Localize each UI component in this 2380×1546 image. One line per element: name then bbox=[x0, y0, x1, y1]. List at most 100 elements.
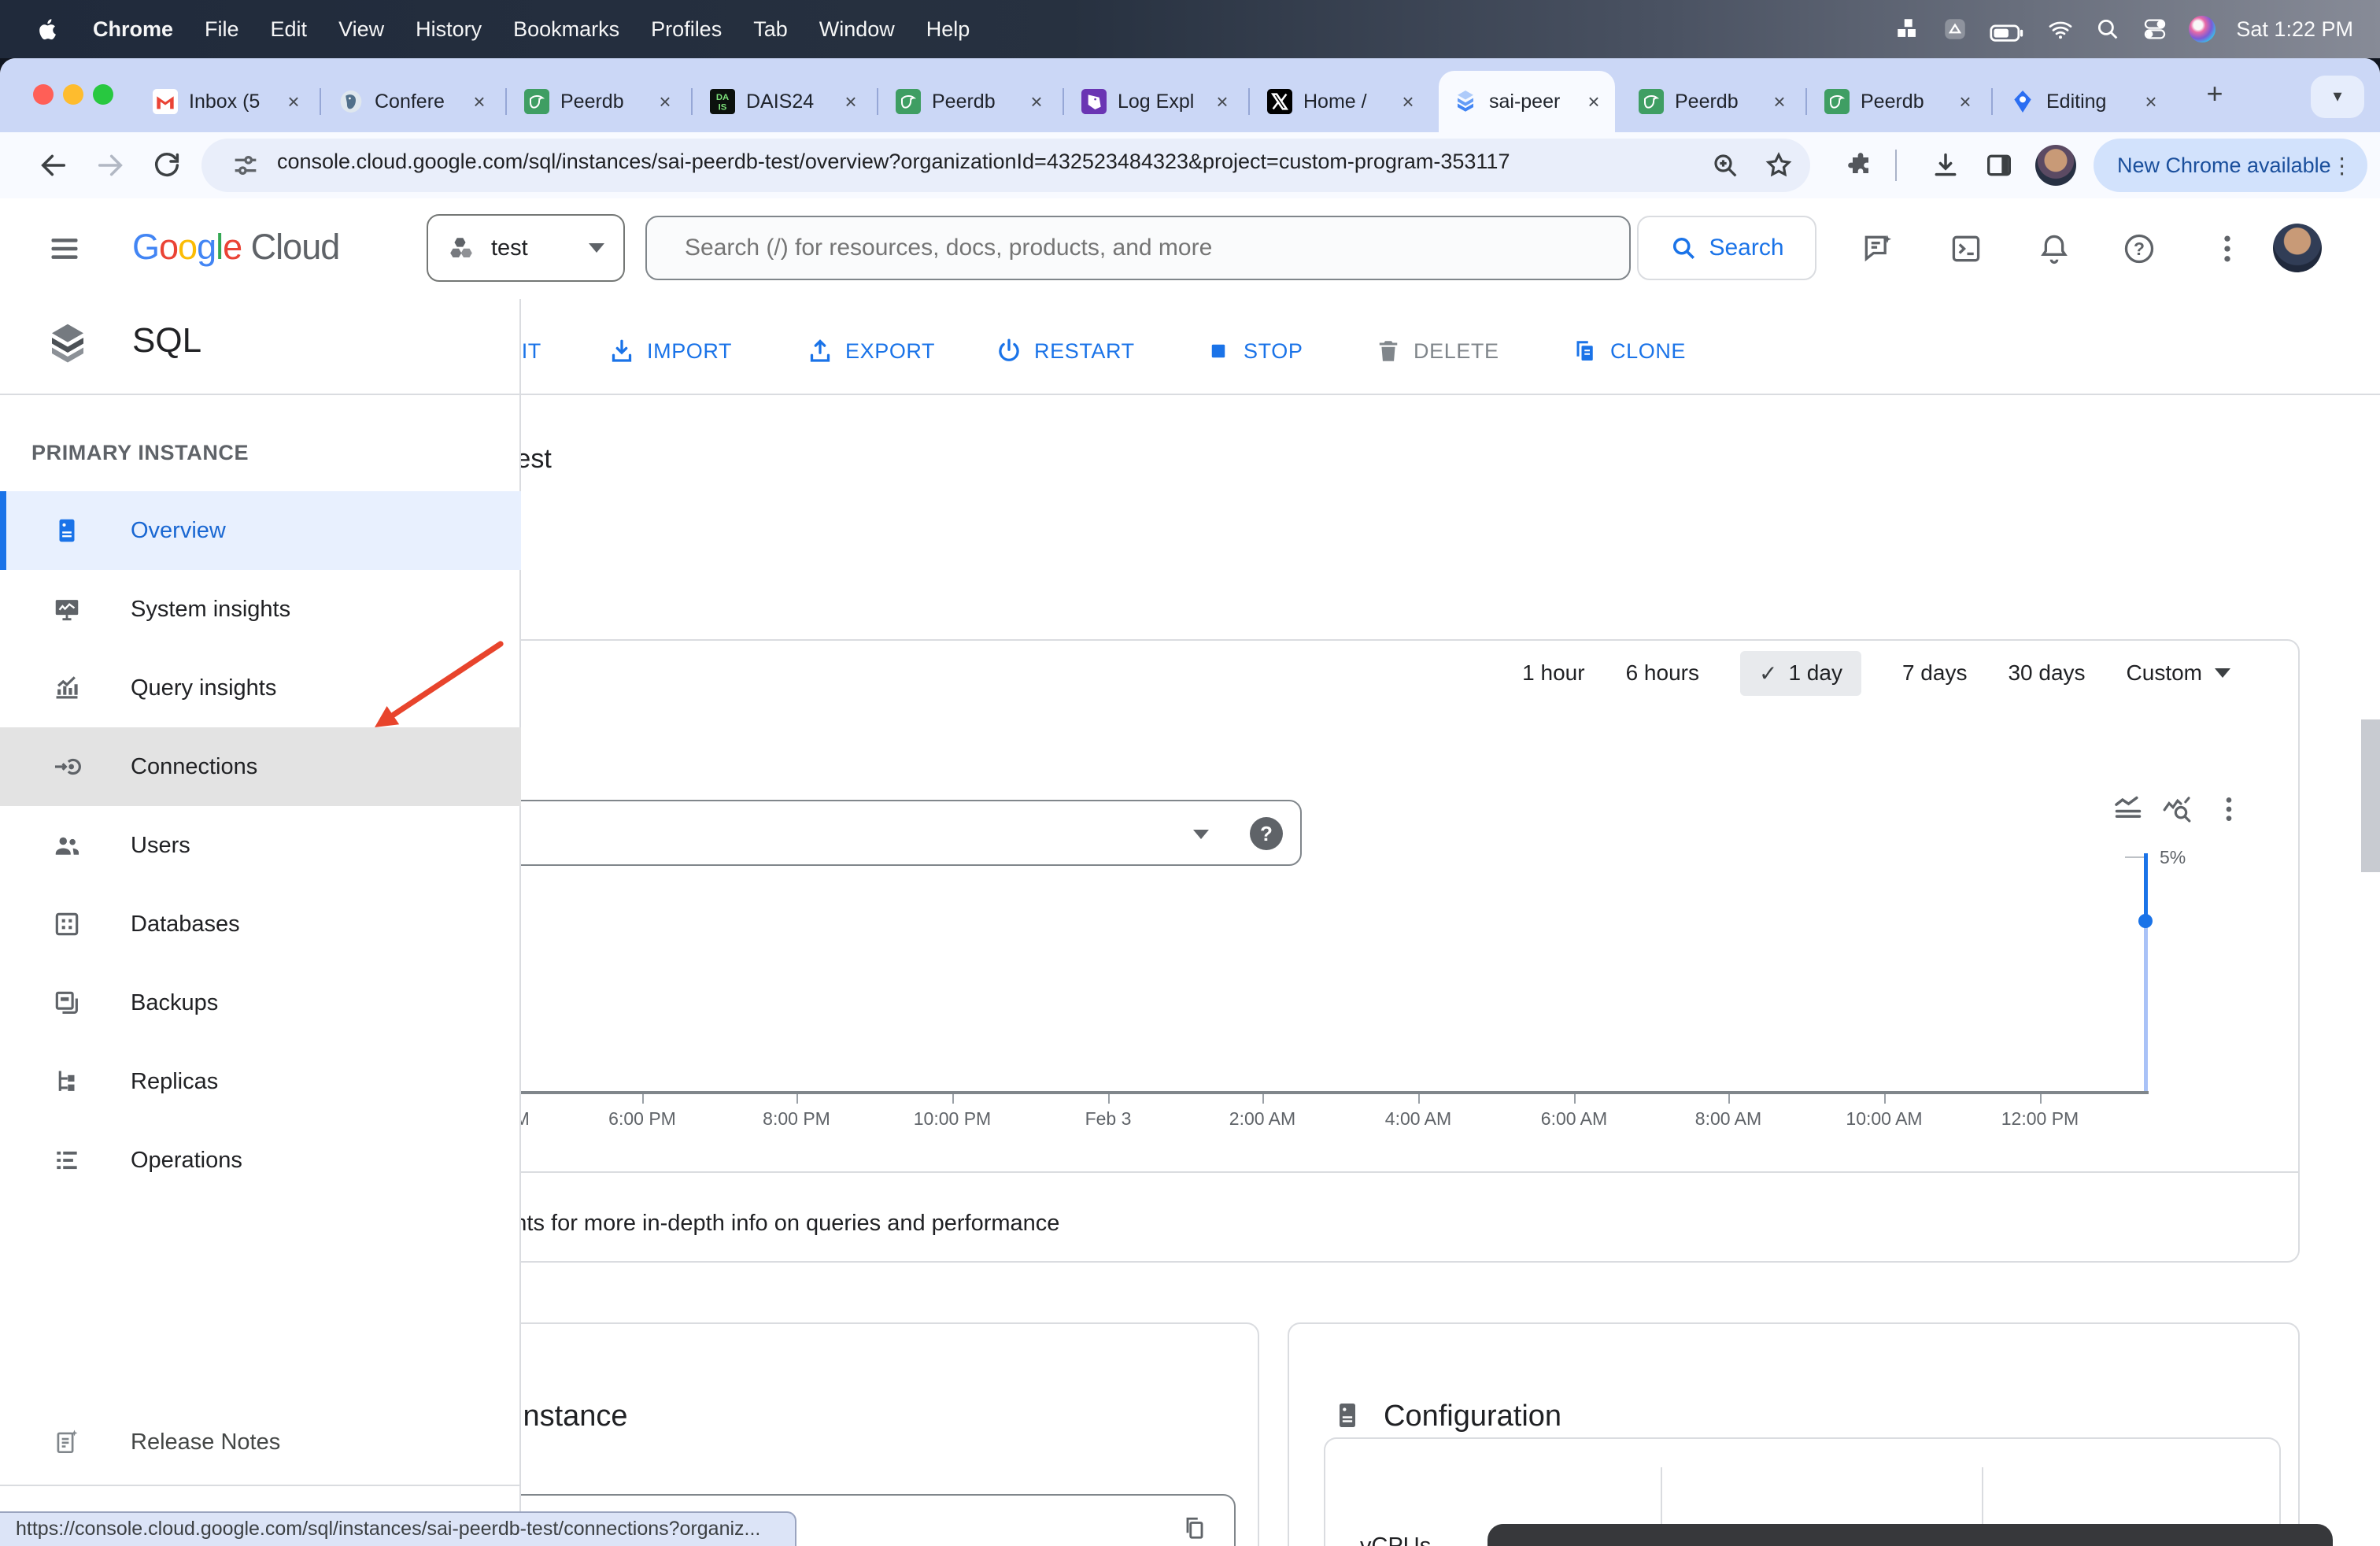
time-range-6-hours[interactable]: 6 hours bbox=[1626, 660, 1699, 686]
tab-editing[interactable]: Editing × bbox=[1996, 71, 2172, 132]
chart-more-dots-icon[interactable] bbox=[2213, 793, 2245, 825]
gemini-assist-icon[interactable] bbox=[1861, 231, 1895, 266]
tab-close-icon[interactable]: × bbox=[468, 90, 491, 114]
stop-button[interactable]: STOP bbox=[1204, 337, 1303, 365]
menubar-clock[interactable]: Sat 1:22 PM bbox=[2236, 17, 2353, 42]
menubar-item-profiles[interactable]: Profiles bbox=[651, 17, 722, 42]
tab-close-icon[interactable]: × bbox=[1396, 90, 1420, 114]
sidebar-item-system-insights[interactable]: System insights bbox=[0, 570, 521, 649]
bookmark-star-icon[interactable] bbox=[1763, 150, 1794, 181]
browser-menu-dots-icon[interactable]: ⋮ bbox=[2331, 153, 2369, 179]
console-search-field[interactable] bbox=[645, 216, 1631, 280]
metric-dropdown[interactable]: ? bbox=[472, 800, 1302, 866]
console-search-input[interactable] bbox=[682, 233, 1569, 263]
window-close-button[interactable] bbox=[33, 84, 54, 105]
help-icon[interactable]: ? bbox=[2122, 231, 2156, 266]
time-range-7-days[interactable]: 7 days bbox=[1902, 660, 1968, 686]
apple-icon[interactable] bbox=[35, 16, 61, 43]
console-search-button[interactable]: Search bbox=[1637, 216, 1816, 280]
zoom-page-icon[interactable] bbox=[1709, 150, 1741, 181]
sidebar-item-operations[interactable]: Operations bbox=[0, 1121, 521, 1200]
account-avatar[interactable] bbox=[2273, 224, 2322, 272]
menubar-item-view[interactable]: View bbox=[338, 17, 384, 42]
time-range-custom[interactable]: Custom bbox=[2127, 660, 2230, 686]
delete-button[interactable]: DELETE bbox=[1374, 337, 1499, 365]
new-tab-button[interactable]: + bbox=[2197, 77, 2232, 112]
wifi-icon[interactable] bbox=[2047, 16, 2074, 43]
site-settings-icon[interactable] bbox=[230, 150, 261, 181]
sidebar-item-users[interactable]: Users bbox=[0, 806, 521, 885]
tab-close-icon[interactable]: × bbox=[1210, 90, 1234, 114]
battery-icon[interactable] bbox=[1989, 16, 2027, 43]
tab-peerdb-2[interactable]: Peerdb × bbox=[881, 71, 1058, 132]
time-range-30-days[interactable]: 30 days bbox=[2008, 660, 2085, 686]
google-cloud-logo[interactable]: Google Cloud bbox=[132, 227, 339, 268]
side-panel-icon[interactable] bbox=[1983, 150, 2015, 181]
hamburger-menu-icon[interactable] bbox=[47, 231, 82, 266]
chrome-update-button[interactable]: New Chrome available ⋮ bbox=[2094, 139, 2367, 192]
url-input[interactable] bbox=[274, 148, 1665, 176]
sidebar-item-release-notes[interactable]: Release Notes bbox=[0, 1404, 521, 1480]
screen-record-indicator-icon[interactable] bbox=[1942, 16, 1968, 43]
metric-help-icon[interactable]: ? bbox=[1250, 817, 1283, 850]
tab-close-icon[interactable]: × bbox=[2139, 90, 2163, 114]
extensions-puzzle-icon[interactable] bbox=[1845, 150, 1876, 181]
sidebar-item-databases[interactable]: Databases bbox=[0, 885, 521, 963]
tab-close-icon[interactable]: × bbox=[1953, 90, 1977, 114]
copy-icon[interactable] bbox=[1181, 1515, 1209, 1543]
sidebar-item-backups[interactable]: Backups bbox=[0, 963, 521, 1042]
tab-log-explorer[interactable]: Log Expl × bbox=[1067, 71, 1244, 132]
tab-close-icon[interactable]: × bbox=[1768, 90, 1791, 114]
window-minimize-button[interactable] bbox=[63, 84, 83, 105]
tab-conference[interactable]: Confere × bbox=[324, 71, 501, 132]
more-vertical-dots-icon[interactable] bbox=[2210, 231, 2245, 266]
tab-peerdb-1[interactable]: Peerdb × bbox=[510, 71, 686, 132]
restart-button[interactable]: RESTART bbox=[995, 337, 1135, 365]
app-blocks-icon[interactable] bbox=[1894, 16, 1921, 43]
tab-peerdb-3[interactable]: Peerdb × bbox=[1624, 71, 1801, 132]
export-button[interactable]: EXPORT bbox=[806, 337, 935, 365]
sidebar-item-replicas[interactable]: Replicas bbox=[0, 1042, 521, 1121]
menubar-item-history[interactable]: History bbox=[416, 17, 482, 42]
menubar-item-window[interactable]: Window bbox=[819, 17, 895, 42]
tab-close-icon[interactable]: × bbox=[1025, 90, 1048, 114]
tab-close-icon[interactable]: × bbox=[1582, 90, 1606, 114]
siri-icon[interactable] bbox=[2189, 16, 2216, 43]
time-range-1-day-selected[interactable]: ✓ 1 day bbox=[1740, 651, 1861, 696]
sidebar-item-connections[interactable]: Connections bbox=[0, 727, 521, 806]
sidebar-item-overview[interactable]: Overview bbox=[0, 491, 521, 570]
sidebar-item-query-insights[interactable]: Query insights bbox=[0, 649, 521, 727]
control-center-icon[interactable] bbox=[2142, 16, 2168, 43]
forward-icon[interactable] bbox=[94, 150, 126, 181]
page-scrollbar[interactable] bbox=[2361, 719, 2380, 872]
menubar-item-tab[interactable]: Tab bbox=[753, 17, 788, 42]
menubar-item-edit[interactable]: Edit bbox=[271, 17, 308, 42]
explore-chart-icon[interactable] bbox=[2161, 793, 2193, 825]
tab-x-home[interactable]: Home / × bbox=[1253, 71, 1429, 132]
tab-close-icon[interactable]: × bbox=[653, 90, 677, 114]
cloud-shell-icon[interactable] bbox=[1949, 231, 1983, 266]
tab-close-icon[interactable]: × bbox=[839, 90, 863, 114]
menubar-item-bookmarks[interactable]: Bookmarks bbox=[513, 17, 619, 42]
reload-icon[interactable] bbox=[151, 150, 183, 181]
time-range-1-hour[interactable]: 1 hour bbox=[1522, 660, 1584, 686]
window-zoom-button[interactable] bbox=[93, 84, 113, 105]
area-chart-mode-icon[interactable] bbox=[2112, 793, 2144, 825]
browser-profile-avatar[interactable] bbox=[2035, 145, 2076, 186]
tab-dais24[interactable]: DAIS DAIS24 × bbox=[696, 71, 872, 132]
menubar-item-help[interactable]: Help bbox=[926, 17, 970, 42]
tab-sai-peerdb-active[interactable]: sai-peer × bbox=[1439, 71, 1615, 132]
tab-close-icon[interactable]: × bbox=[282, 90, 305, 114]
tab-inbox[interactable]: Inbox (5 × bbox=[139, 71, 315, 132]
back-icon[interactable] bbox=[38, 150, 69, 181]
clone-button[interactable]: CLONE bbox=[1571, 337, 1686, 365]
import-button[interactable]: IMPORT bbox=[608, 337, 732, 365]
tab-search-chevron-button[interactable]: ▾ bbox=[2311, 76, 2364, 118]
project-picker-button[interactable]: test bbox=[427, 214, 625, 282]
downloads-icon[interactable] bbox=[1930, 150, 1961, 181]
menubar-item-chrome[interactable]: Chrome bbox=[93, 17, 173, 42]
menubar-item-file[interactable]: File bbox=[205, 17, 239, 42]
tab-peerdb-4[interactable]: Peerdb × bbox=[1810, 71, 1986, 132]
spotlight-search-icon[interactable] bbox=[2094, 16, 2121, 43]
notifications-bell-icon[interactable] bbox=[2037, 231, 2071, 266]
